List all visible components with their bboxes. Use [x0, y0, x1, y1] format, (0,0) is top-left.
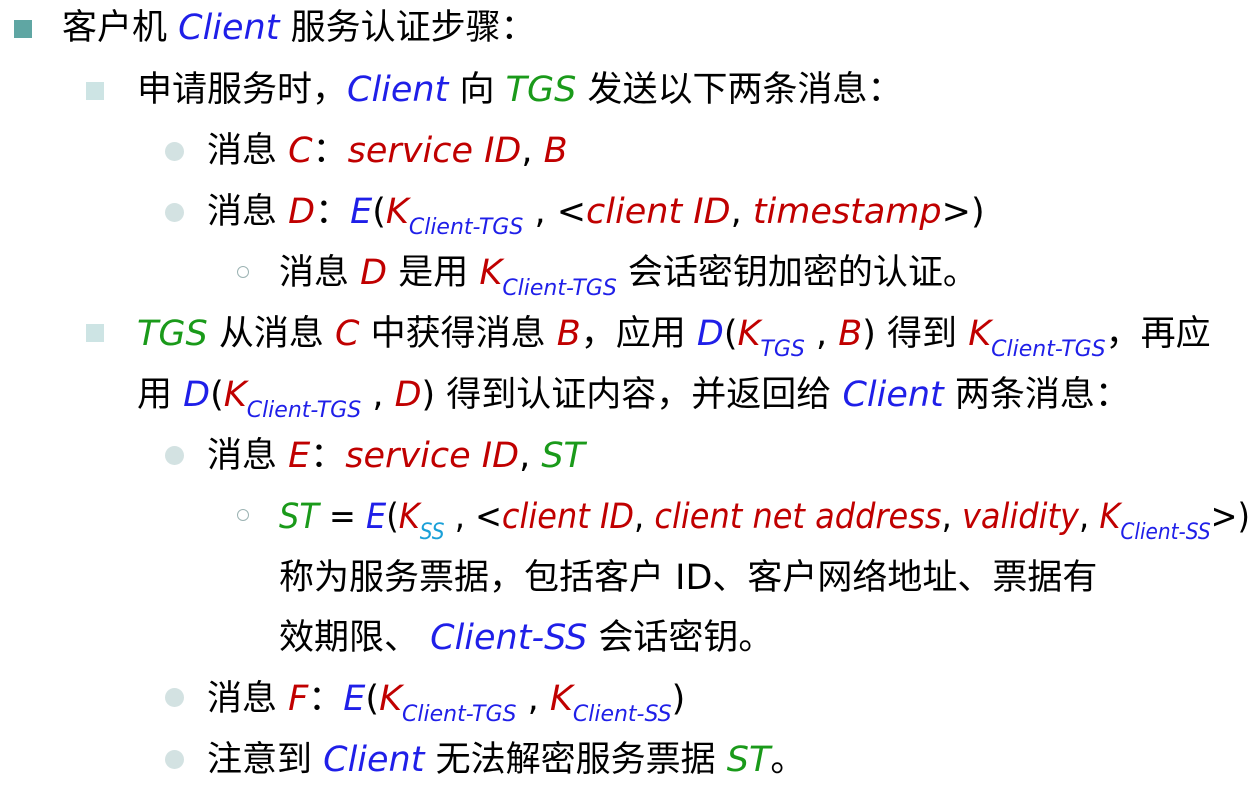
item-request-service: 申请服务时， Client 向 TGS 发送以下两条消息：: [137, 70, 903, 110]
bullet-ring-1: [237, 266, 249, 278]
bullet-dot-1: [165, 142, 184, 161]
item-tgs-process-cont: 用 D(K Client-TGS , D) 得到认证内容，并返回给 Client …: [137, 375, 1130, 423]
item-message-d: 消息 D： E(K Client-TGS , < client ID, timesta…: [207, 192, 985, 240]
bullet-square-3: [86, 324, 104, 342]
bullet-square-1: [14, 20, 32, 38]
item-note-client-cannot-decrypt: 注意到 Client 无法解密服务票据 ST。: [207, 740, 806, 780]
bullet-dot-4: [165, 688, 184, 707]
heading-client-auth-steps: 客户机 Client 服务认证步骤：: [62, 8, 536, 48]
item-st-description-cont: 效期限、 Client-SS 会话密钥。: [279, 618, 774, 658]
item-message-c: 消息 C： service ID, B: [207, 131, 568, 171]
item-st-definition: ST = E(K SS , < client ID, client net addr…: [279, 497, 1250, 545]
bullet-dot-2: [165, 203, 184, 222]
item-message-e: 消息 E： service ID, ST: [207, 436, 585, 476]
item-message-f: 消息 F： E(K Client-TGS , K Client-SS): [207, 679, 686, 727]
item-st-description: 称为服务票据，包括客户 ID、客户网络地址、票据有: [279, 558, 1098, 598]
bullet-dot-3: [165, 446, 184, 465]
bullet-dot-5: [165, 750, 184, 769]
item-message-d-note: 消息 D 是用 K Client-TGS 会话密钥加密的认证。: [279, 253, 978, 301]
bullet-square-2: [86, 82, 104, 100]
item-tgs-process: TGS 从消息 C 中获得消息 B ，应用 D(K TGS , B) 得到 K Cli…: [137, 314, 1211, 362]
bullet-ring-2: [237, 509, 249, 521]
